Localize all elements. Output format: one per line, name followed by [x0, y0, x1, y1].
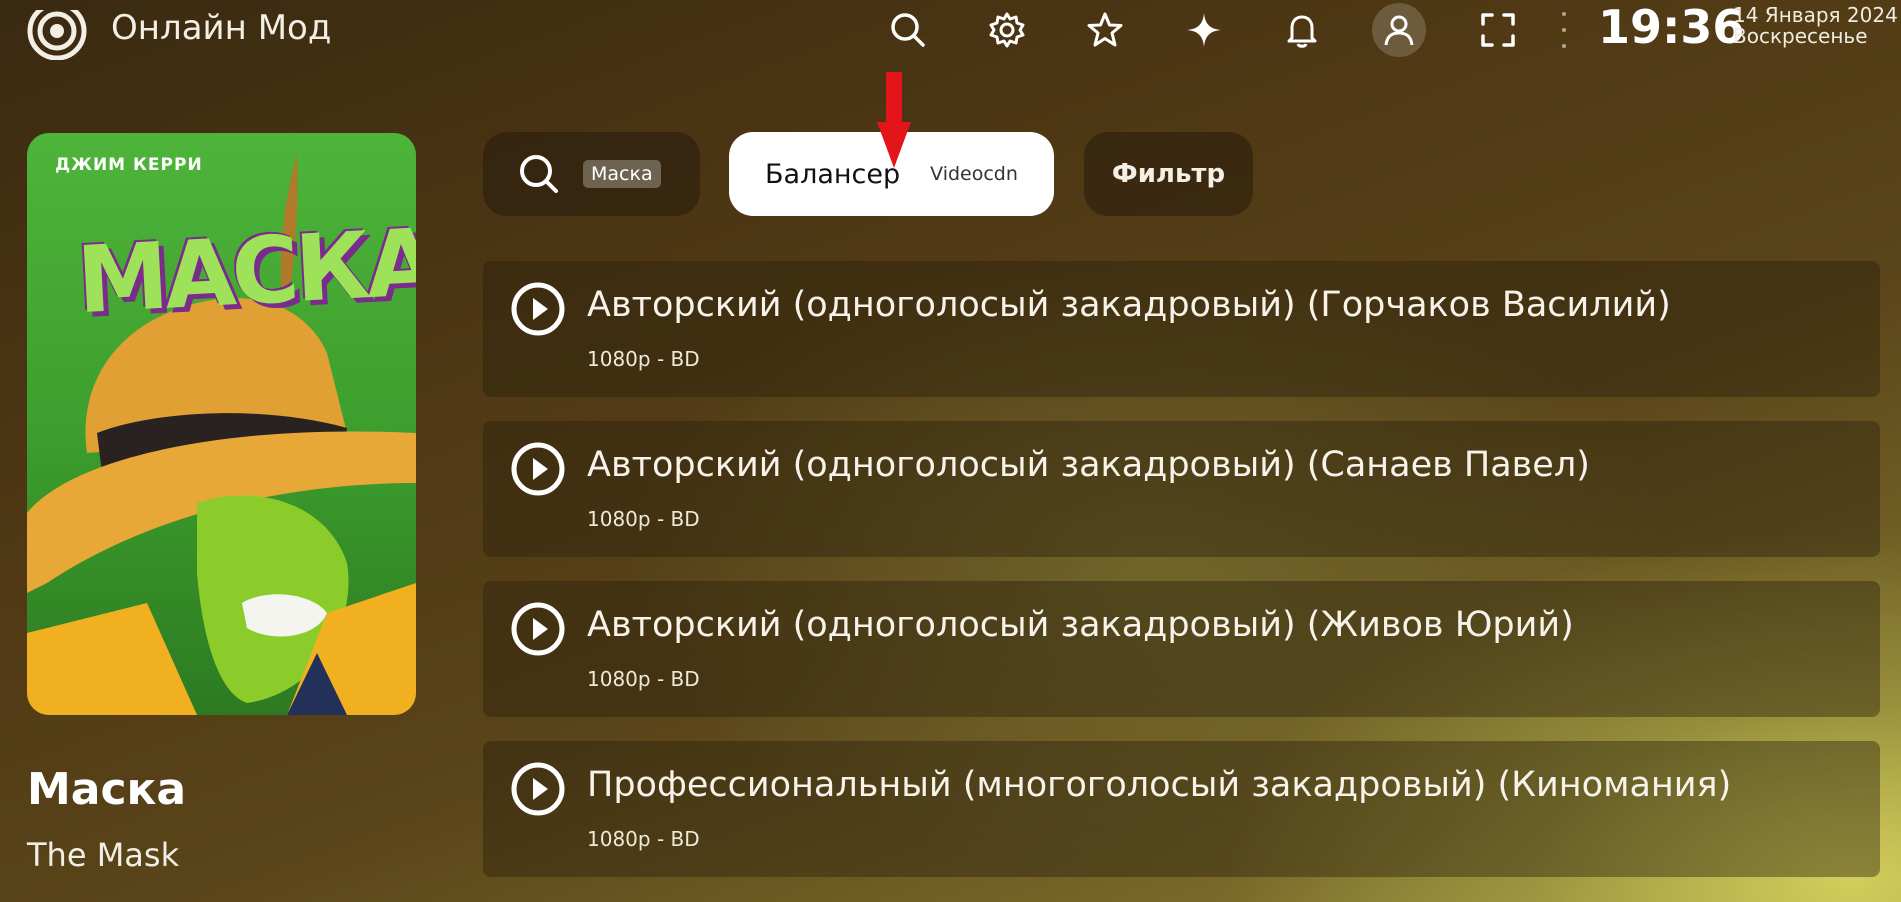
movie-poster[interactable]: ДЖИМ КЕРРИ МАСКА	[27, 133, 416, 715]
red-arrow-annotation	[877, 72, 911, 168]
weekday-text: Воскресенье	[1733, 24, 1868, 48]
item-quality: 1080p - BD	[587, 827, 700, 851]
movie-title: Маска	[27, 764, 187, 815]
play-icon	[511, 762, 565, 816]
list-item[interactable]: Авторский (одноголосый закадровый) (Сана…	[483, 421, 1880, 557]
app-logo-icon	[26, 1, 88, 61]
item-name: Авторский (одноголосый закадровый) (Сана…	[587, 445, 1590, 485]
header-bar: Онлайн Мод 19:36 14 Января 2024 Воскресе…	[0, 0, 1901, 62]
fullscreen-icon[interactable]	[1474, 6, 1522, 54]
bell-icon[interactable]	[1278, 6, 1326, 54]
item-name: Авторский (одноголосый закадровый) (Живо…	[587, 605, 1574, 645]
search-button[interactable]: Маска	[483, 132, 700, 216]
search-icon	[520, 155, 558, 193]
list-item[interactable]: Профессиональный (многоголосый закадровы…	[483, 741, 1880, 877]
settings-icon[interactable]	[983, 6, 1031, 54]
list-item[interactable]: Авторский (одноголосый закадровый) (Горч…	[483, 261, 1880, 397]
play-icon	[511, 282, 565, 336]
item-name: Авторский (одноголосый закадровый) (Горч…	[587, 285, 1671, 325]
item-quality: 1080p - BD	[587, 507, 700, 531]
item-quality: 1080p - BD	[587, 347, 700, 371]
list-item[interactable]: Авторский (одноголосый закадровый) (Живо…	[483, 581, 1880, 717]
search-query-tag: Маска	[583, 160, 661, 188]
date-text: 14 Января 2024	[1733, 3, 1898, 27]
app-title: Онлайн Мод	[111, 8, 332, 48]
more-icon[interactable]	[1559, 12, 1569, 48]
date-block: 14 Января 2024 Воскресенье	[1733, 5, 1898, 47]
star-icon[interactable]	[1081, 6, 1129, 54]
balancer-value: Videocdn	[930, 163, 1018, 185]
play-icon	[511, 442, 565, 496]
search-icon[interactable]	[884, 6, 932, 54]
play-icon	[511, 602, 565, 656]
item-name: Профессиональный (многоголосый закадровы…	[587, 765, 1732, 805]
movie-original-title: The Mask	[27, 836, 180, 874]
sparkle-icon[interactable]	[1180, 6, 1228, 54]
clock-time: 19:36	[1598, 0, 1745, 54]
poster-logo-text: МАСКА	[74, 208, 416, 335]
poster-actor-text: ДЖИМ КЕРРИ	[55, 155, 203, 175]
item-quality: 1080p - BD	[587, 667, 700, 691]
filter-button[interactable]: Фильтр	[1084, 132, 1253, 216]
user-icon[interactable]	[1372, 3, 1426, 57]
